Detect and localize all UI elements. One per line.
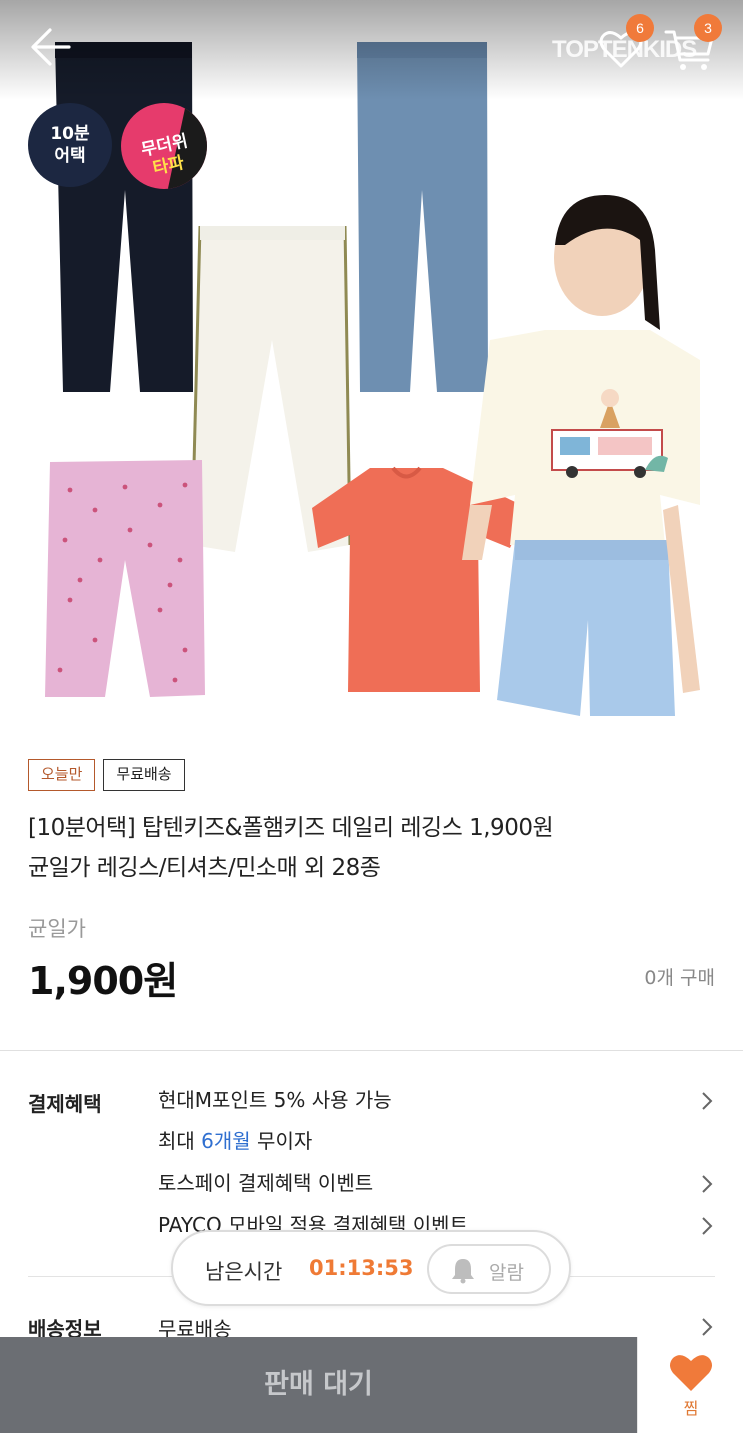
benefit-text: 현대M포인트 5% 사용 가능 — [158, 1088, 392, 1112]
sticker-line: 10분 — [50, 124, 90, 144]
cart-button[interactable]: 3 — [664, 14, 722, 74]
remaining-time-pill: 남은시간 01:13:53 알람 — [171, 1230, 571, 1306]
back-button[interactable] — [26, 22, 76, 72]
product-title-line: 균일가 레깅스/티셔츠/민소매 외 28종 — [28, 855, 381, 881]
bottom-action-bar: 판매 대기 찜 — [0, 1337, 743, 1443]
bell-icon — [452, 1259, 474, 1284]
product-tags: 오늘만 무료배송 — [28, 759, 185, 791]
installment-prefix: 최대 — [158, 1129, 202, 1153]
sale-pending-button[interactable]: 판매 대기 — [0, 1337, 637, 1433]
arrow-left-icon — [31, 28, 71, 66]
payment-benefits-label: 결제혜택 — [28, 1092, 102, 1116]
chevron-right-icon — [702, 1092, 713, 1110]
installment-months: 6개월 — [201, 1129, 251, 1153]
product-hero-image[interactable] — [0, 0, 743, 740]
product-collage — [45, 42, 700, 716]
benefit-text: 토스페이 결제혜택 이벤트 — [158, 1171, 374, 1195]
remaining-time-label: 남은시간 — [205, 1260, 283, 1284]
tag-free-shipping: 무료배송 — [103, 759, 185, 791]
price: 1,900원 — [28, 959, 178, 1003]
benefit-hyundai-mpoint[interactable]: 현대M포인트 5% 사용 가능 — [158, 1085, 718, 1125]
chevron-right-icon — [702, 1217, 713, 1235]
product-title-line: [10분어택] 탑텐키즈&폴햄키즈 데일리 레깅스 1,900원 — [28, 815, 554, 841]
wishlist-button[interactable]: 6 — [596, 14, 654, 74]
installment-suffix: 무이자 — [250, 1129, 313, 1153]
heart-filled-icon — [670, 1355, 712, 1391]
alarm-label: 알람 — [489, 1262, 524, 1284]
remaining-time-value: 01:13:53 — [309, 1256, 414, 1280]
ten-minute-attack-sticker: 10분 어택 — [28, 103, 112, 187]
divider — [0, 1050, 743, 1051]
product-title: [10분어택] 탑텐키즈&폴햄키즈 데일리 레깅스 1,900원 균일가 레깅스… — [28, 808, 718, 888]
sticker-line: 어택 — [54, 146, 86, 166]
benefit-tosspay[interactable]: 토스페이 결제혜택 이벤트 — [158, 1168, 718, 1208]
price-label: 균일가 — [28, 917, 86, 941]
alarm-button[interactable]: 알람 — [427, 1244, 551, 1294]
zzim-label: 찜 — [683, 1399, 699, 1418]
wishlist-count-badge: 6 — [626, 14, 654, 42]
cart-count-badge: 3 — [694, 14, 722, 42]
heat-wave-sticker: 무더위 타파 — [121, 103, 207, 189]
purchase-count: 0개 구매 — [644, 967, 715, 989]
chevron-right-icon — [702, 1175, 713, 1193]
zzim-button[interactable]: 찜 — [637, 1337, 743, 1433]
benefit-installment: 최대 6개월 무이자 — [158, 1126, 718, 1166]
tag-today-only: 오늘만 — [28, 759, 96, 791]
chevron-right-icon[interactable] — [700, 1317, 714, 1337]
